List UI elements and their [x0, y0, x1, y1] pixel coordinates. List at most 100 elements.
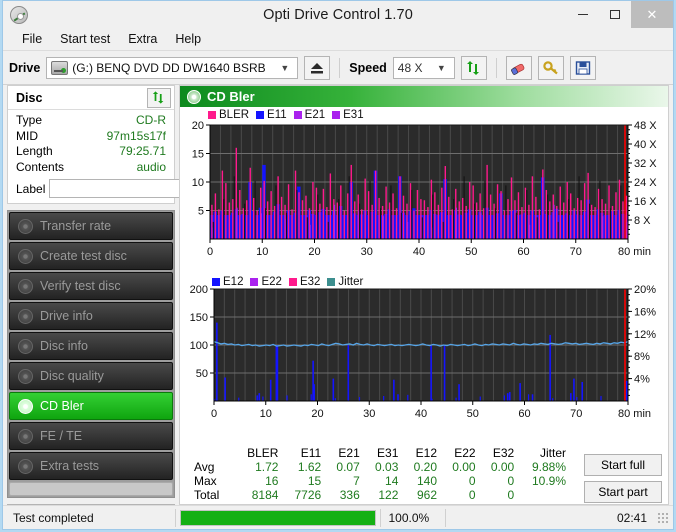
- refresh-button[interactable]: [460, 55, 487, 80]
- jitter-chart-canvas[interactable]: 50 100 150 200 0 10 20 30 40 50 60 70 80 min 4% 8% 12% 1…: [180, 275, 674, 433]
- stats-cell: 0: [468, 488, 476, 502]
- legend-label: E22: [261, 276, 282, 288]
- speed-select[interactable]: 48 X ▼: [392, 56, 455, 79]
- drive-select-value: (G:) BENQ DVD DD DW1640 BSRB: [72, 60, 266, 75]
- svg-text:32 X: 32 X: [634, 158, 657, 170]
- stats-cell: 15: [307, 474, 322, 488]
- stats-cell: 1.62: [297, 460, 322, 474]
- sidebar-item-label: Drive info: [40, 309, 93, 323]
- sidebar-item-label: Transfer rate: [40, 219, 112, 233]
- svg-text:50: 50: [196, 368, 208, 380]
- legend-item-e21: E21: [293, 109, 326, 121]
- legend-label: E21: [304, 109, 326, 121]
- title-bar: Opti Drive Control 1.70 ✕: [3, 1, 673, 28]
- sidebar-item-fe-te[interactable]: FE / TE: [9, 422, 173, 450]
- jitter-chart: E12 E22 E32 Jitter 50 100 150 200 0 10 20 30 40 5…: [180, 275, 668, 433]
- jitter-chart-legend: E12 E22 E32 Jitter: [212, 276, 363, 288]
- key-button[interactable]: [537, 55, 564, 80]
- svg-text:40 X: 40 X: [634, 139, 657, 151]
- chevron-down-icon: ▼: [280, 62, 290, 73]
- sidebar-item-cd-bler[interactable]: CD Bler: [9, 392, 173, 420]
- stats-row-label: Avg: [194, 460, 215, 474]
- sidebar-item-create-test-disc[interactable]: Create test disc: [9, 242, 173, 270]
- legend-label: E31: [343, 109, 364, 121]
- content-header: CD Bler: [180, 86, 668, 107]
- sidebar-item-extra-tests[interactable]: Extra tests: [9, 452, 173, 480]
- stats-col-jitter: Jitter: [539, 446, 566, 460]
- stats-col-e22: E22: [454, 446, 476, 460]
- svg-text:20: 20: [311, 408, 323, 420]
- test-nav-list: Transfer rate Create test disc Verify te…: [7, 210, 175, 498]
- eject-icon: [311, 62, 324, 73]
- svg-text:60: 60: [518, 408, 530, 420]
- legend-swatch: [288, 278, 297, 286]
- disc-refresh-button[interactable]: [147, 87, 171, 108]
- sidebar-item-label: Verify test disc: [40, 279, 121, 293]
- drive-select[interactable]: (G:) BENQ DVD DD DW1640 BSRB ▼: [46, 56, 299, 79]
- stats-cell: 0.03: [375, 460, 399, 474]
- elapsed-time: 02:41: [616, 510, 647, 525]
- disc-row-mid: MID 97m15s17f: [16, 129, 166, 145]
- left-panel: Disc Type CD-R MID 97m15s17f Length 79:2…: [7, 85, 253, 520]
- stats-cell: 122: [378, 488, 399, 502]
- disc-quality-icon: [18, 368, 33, 384]
- chevron-down-icon: ▼: [436, 62, 446, 73]
- erase-button[interactable]: [505, 55, 532, 80]
- sidebar-item-label: Create test disc: [40, 249, 127, 263]
- charts-area: BLER E11 E21 E31 5 10 15 20 0 10 20 30 40 50 60 70 8…: [180, 107, 668, 442]
- stats-cell: 0.00: [452, 460, 476, 474]
- toolbar-divider: [495, 57, 497, 78]
- sidebar-item-transfer-rate[interactable]: Transfer rate: [9, 212, 173, 240]
- bler-chart-legend: BLER E11 E21 E31: [208, 109, 364, 121]
- drive-label: Drive: [9, 60, 41, 75]
- save-button[interactable]: [569, 55, 596, 80]
- svg-text:0: 0: [207, 246, 213, 258]
- menu-item-start-test[interactable]: Start test: [51, 30, 119, 48]
- disc-info-list: Type CD-R MID 97m15s17f Length 79:25.71 …: [8, 110, 253, 203]
- menu-item-file[interactable]: File: [13, 30, 51, 48]
- legend-label: BLER: [219, 109, 250, 121]
- disc-row-length: Length 79:25.71: [16, 144, 166, 160]
- sidebar-item-verify-test-disc[interactable]: Verify test disc: [9, 272, 173, 300]
- start-buttons: Start full Start part: [584, 454, 662, 503]
- svg-text:30: 30: [361, 246, 373, 258]
- status-divider: [175, 508, 176, 527]
- stats-cell: 0.07: [336, 460, 360, 474]
- main-body: Disc Type CD-R MID 97m15s17f Length 79:2…: [3, 85, 673, 520]
- legend-item-e31: E31: [332, 109, 364, 121]
- sidebar-item-drive-info[interactable]: Drive info: [9, 302, 173, 330]
- svg-text:10: 10: [260, 408, 272, 420]
- status-bar: Test completed 100.0% 02:41: [3, 505, 673, 529]
- fe-te-icon: [18, 428, 33, 444]
- sidebar-item-label: FE / TE: [40, 429, 83, 443]
- svg-text:10: 10: [192, 177, 204, 189]
- stats-cell: 962: [416, 488, 437, 502]
- resize-grip-icon[interactable]: [657, 511, 669, 524]
- menu-item-help[interactable]: Help: [166, 30, 210, 48]
- legend-swatch: [256, 111, 265, 119]
- sidebar-item-disc-info[interactable]: Disc info: [9, 332, 173, 360]
- disc-row-key: MID: [16, 128, 38, 143]
- svg-text:40: 40: [415, 408, 427, 420]
- eject-button[interactable]: [304, 55, 331, 80]
- start-part-button[interactable]: Start part: [584, 481, 662, 503]
- svg-text:8%: 8%: [634, 351, 650, 363]
- bler-chart-canvas[interactable]: 5 10 15 20 0 10 20 30 40 50 60 70 80 min 8 X 16 X 24 X 3…: [180, 107, 674, 275]
- speed-label: Speed: [349, 60, 387, 75]
- svg-text:70: 70: [570, 246, 582, 258]
- stats-cell: 0: [468, 474, 476, 488]
- start-full-button[interactable]: Start full: [584, 454, 662, 476]
- svg-text:10: 10: [256, 246, 268, 258]
- drive-icon: [51, 60, 69, 75]
- key-icon: [543, 60, 558, 74]
- svg-text:200: 200: [190, 284, 208, 296]
- stats-cell: 0.00: [490, 460, 515, 474]
- menu-item-extra[interactable]: Extra: [119, 30, 166, 48]
- legend-item-jitter: Jitter: [327, 276, 363, 288]
- sidebar-item-disc-quality[interactable]: Disc quality: [9, 362, 173, 390]
- stats-col-bler: BLER: [247, 446, 279, 460]
- stats-row-label: Total: [194, 488, 220, 502]
- disc-row-key: Type: [16, 113, 43, 127]
- stats-row-label: Max: [194, 474, 217, 488]
- stats-cell: 336: [339, 488, 360, 502]
